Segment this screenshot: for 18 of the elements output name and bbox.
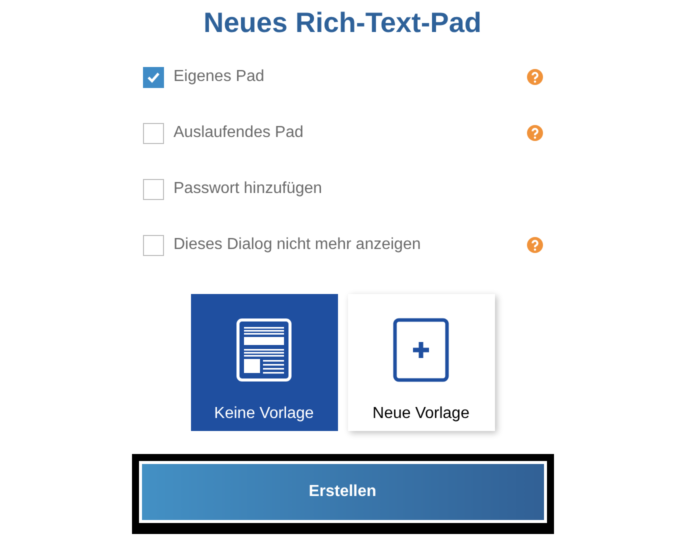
add-document-icon	[393, 318, 449, 382]
option-label: Dieses Dialog nicht mehr anzeigen	[174, 235, 422, 255]
template-tile[interactable]: Keine Vorlage	[190, 294, 338, 431]
checkbox[interactable]	[142, 178, 164, 200]
help-icon[interactable]	[526, 125, 542, 141]
checkmark-icon	[146, 72, 160, 82]
checkbox[interactable]	[142, 122, 164, 144]
checkbox[interactable]	[142, 234, 164, 256]
option-label: Passwort hinzufügen	[174, 179, 324, 199]
document-icon	[236, 318, 292, 382]
checkbox[interactable]	[142, 66, 164, 88]
create-button[interactable]: Erstellen	[138, 461, 546, 523]
template-tile[interactable]: Neue Vorlage	[348, 294, 494, 431]
option-label: Eigenes Pad	[174, 67, 266, 87]
dialog-title: Neues Rich-Text-Pad	[204, 6, 482, 40]
help-icon[interactable]	[526, 69, 542, 85]
help-icon[interactable]	[526, 237, 542, 253]
option-label: Auslaufendes Pad	[174, 123, 304, 143]
